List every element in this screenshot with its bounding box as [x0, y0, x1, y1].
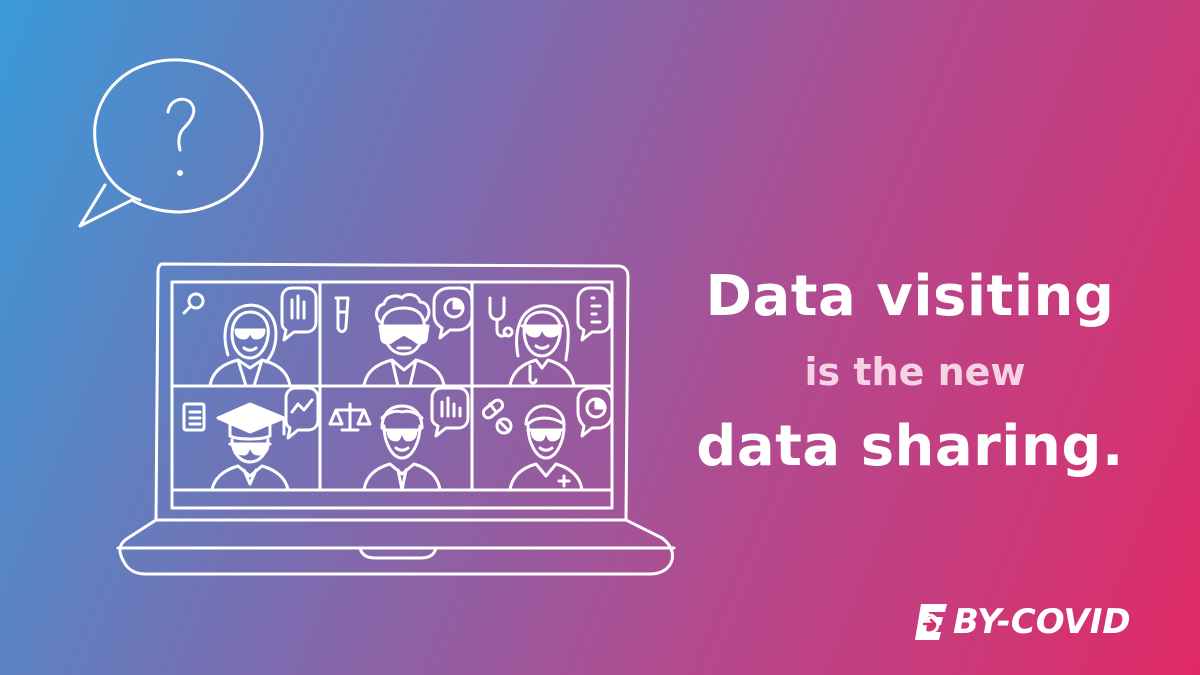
participant-2-avatar — [334, 286, 474, 388]
headline-line-1: Data visiting — [705, 264, 1115, 329]
headline-line-2: is the new — [804, 350, 1026, 394]
brand-name: BY-COVID — [953, 602, 1131, 642]
laptop-video-call-icon — [116, 262, 676, 576]
participant-6-avatar — [481, 386, 614, 492]
headline: Data visiting is the new data sharing. — [640, 255, 1180, 489]
by-covid-logo-mark-icon — [915, 604, 947, 640]
headline-line-3: data sharing. — [696, 414, 1124, 479]
participant-4-avatar — [182, 386, 320, 492]
question-speech-bubble-icon — [78, 58, 264, 228]
participant-1-avatar — [182, 286, 318, 388]
participant-5-avatar — [328, 386, 470, 492]
participant-3-avatar — [488, 286, 612, 388]
by-covid-logo: BY-COVID — [915, 598, 1165, 646]
